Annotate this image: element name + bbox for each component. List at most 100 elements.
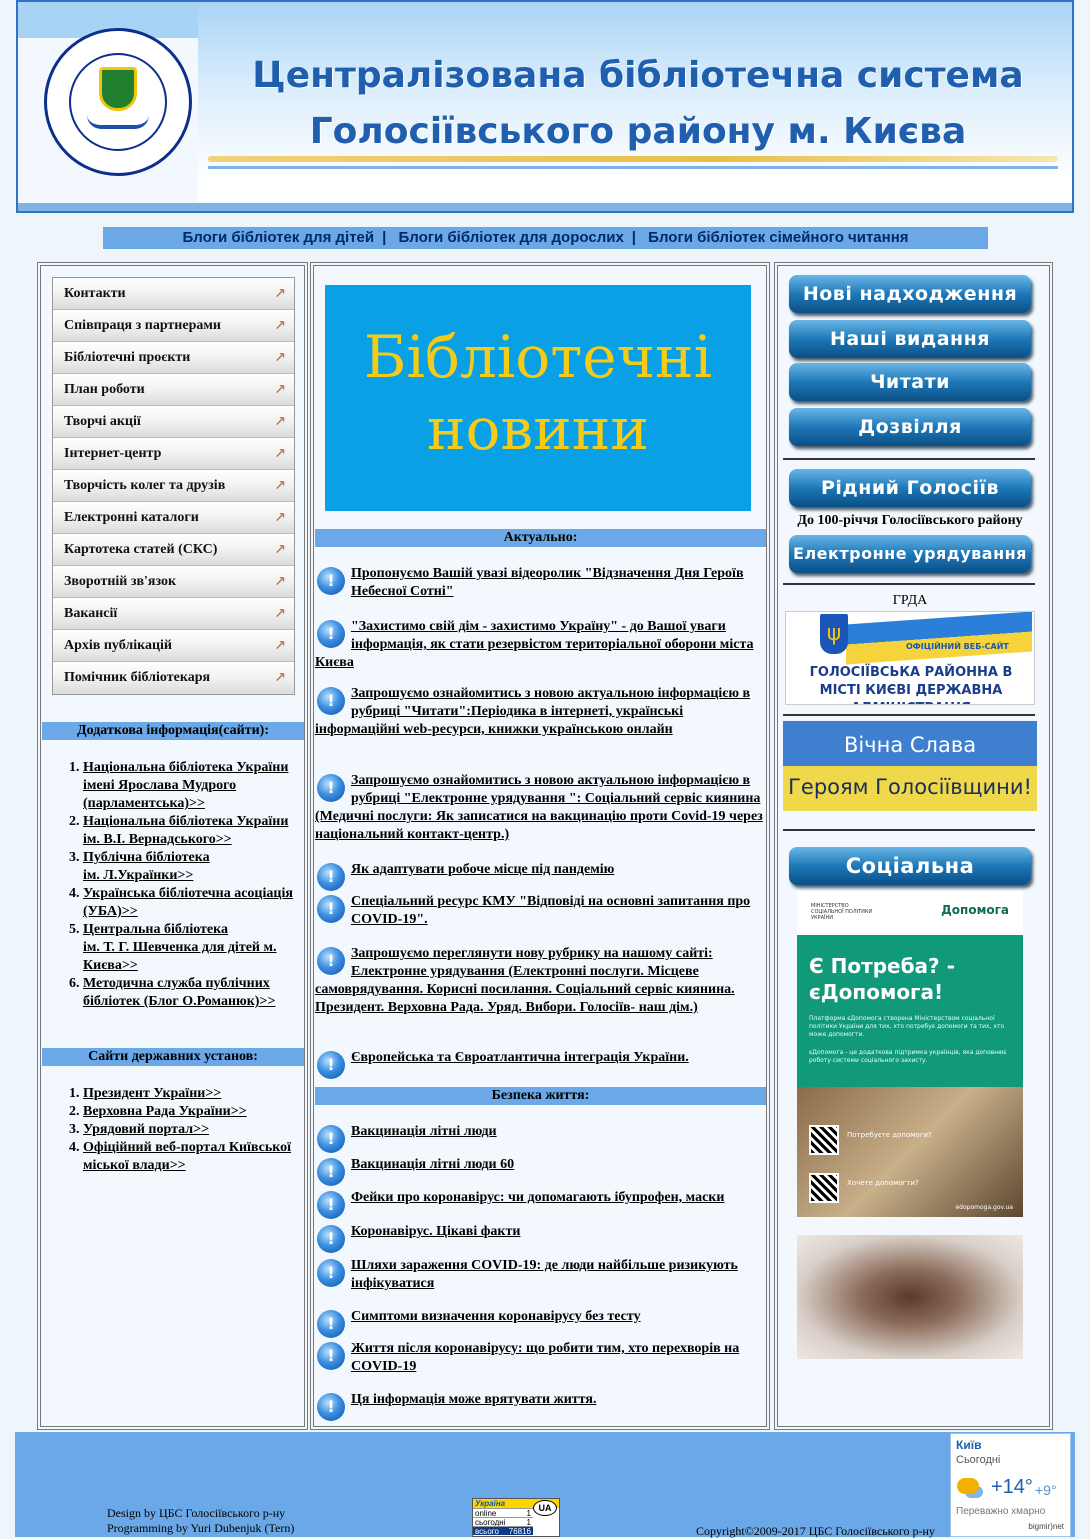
extra-info-link[interactable]: Національна бібліотека України імені Яро…: [83, 760, 288, 811]
news-link[interactable]: Коронавірус. Цікаві факти: [351, 1224, 520, 1239]
arrow-icon: ↗: [274, 414, 286, 430]
news-link[interactable]: Фейки про коронавірус: чи допомагають іб…: [351, 1190, 724, 1205]
design-credit: Design by ЦБС Голосіївського р-ну: [107, 1506, 286, 1520]
library-seal-logo[interactable]: [44, 28, 192, 176]
arrow-icon: ↗: [274, 638, 286, 654]
library-news-banner[interactable]: Бібліотечні новини: [325, 285, 751, 511]
divider: [783, 714, 1035, 716]
nav-separator: |: [631, 229, 636, 246]
info-bullet-icon: !: [317, 1051, 345, 1079]
edopomoga-title: Є Потреба? - єДопомога!: [809, 954, 955, 1004]
safety-heading: Безпека життя:: [315, 1087, 766, 1105]
nav-blogs-family[interactable]: Блоги бібліотек сімейного читання: [640, 229, 916, 246]
extra-info-link[interactable]: Національна бібліотека України ім. В.І. …: [83, 814, 288, 847]
left-menu-item[interactable]: План роботи ↗: [53, 374, 294, 406]
weather-widget[interactable]: Київ Сьогодні +14° +9° Переважно хмарно …: [950, 1433, 1071, 1537]
arrow-icon: ↗: [274, 510, 286, 526]
extra-info-link[interactable]: Публічна бібліотека ім. Л.Українки>>: [83, 850, 210, 883]
extra-info-link[interactable]: Центральна бібліотека ім. Т. Г. Шевченка…: [83, 922, 277, 973]
news-link[interactable]: Як адаптувати робоче місце під пандемію: [351, 862, 614, 877]
left-menu-item[interactable]: Творчість колег та друзів ↗: [53, 470, 294, 502]
gov-site-link[interactable]: Урядовий портал>>: [83, 1122, 209, 1137]
read-button[interactable]: Читати: [789, 363, 1031, 401]
our-publications-button[interactable]: Наші видання: [789, 320, 1031, 358]
ministry-label: МІНІСТЕРСТВО СОЦІАЛЬНОЇ ПОЛІТИКИ УКРАЇНИ: [811, 903, 873, 921]
news-link[interactable]: "Захистимо свій дім - захистимо Україну"…: [315, 619, 754, 670]
left-menu-item[interactable]: Архів публікацій ↗: [53, 630, 294, 662]
qr-code-icon: [809, 1173, 839, 1203]
extra-info-list: Національна бібліотека України імені Яро…: [42, 759, 304, 1011]
gov-site-link[interactable]: Офіційний веб-портал Київської міської в…: [83, 1140, 291, 1173]
arrow-icon: ↗: [274, 286, 286, 302]
divider: [783, 458, 1035, 460]
grda-banner[interactable]: ψ ОФІЦІЙНИЙ ВЕБ-САЙТ ГОЛОСІЇВСЬКА РАЙОНН…: [785, 611, 1035, 705]
weather-day: Сьогодні: [956, 1454, 1001, 1466]
news-link[interactable]: Вакцинація літні люди: [351, 1124, 497, 1139]
weather-desc: Переважно хмарно: [956, 1506, 1046, 1517]
left-menu-item-label: Бібліотечні проєкти: [64, 350, 191, 365]
left-menu: Контакти ↗ Співпраця з партнерами ↗ Бібліоте…: [52, 277, 295, 695]
news-link[interactable]: Спеціальний ресурс КМУ "Відповіді на осн…: [351, 894, 750, 927]
left-menu-item[interactable]: Картотека статей (СКС) ↗: [53, 534, 294, 566]
gov-site-link[interactable]: Верховна Рада України>>: [83, 1104, 247, 1119]
edopomoga-banner[interactable]: МІНІСТЕРСТВО СОЦІАЛЬНОЇ ПОЛІТИКИ УКРАЇНИ…: [797, 891, 1023, 1217]
left-menu-item[interactable]: Бібліотечні проєкти ↗: [53, 342, 294, 374]
counter-row-online: online 1: [473, 1508, 533, 1518]
header-bottom-band: [18, 203, 1072, 211]
centenary-caption[interactable]: До 100-річчя Голосіївського району: [781, 513, 1039, 529]
main-frame: Контакти ↗ Співпраця з партнерами ↗ Бібліоте…: [37, 262, 1053, 1430]
nav-separator: |: [382, 229, 387, 246]
left-menu-item-label: Творчі акції: [64, 414, 141, 429]
nav-blogs-adults[interactable]: Блоги бібліотек для дорослих: [390, 229, 631, 246]
news-link[interactable]: Ця інформація може врятувати життя.: [351, 1392, 596, 1407]
hands-photo[interactable]: [797, 1235, 1023, 1359]
news-link[interactable]: Пропонуємо Вашій увазі відеоролик "Відзн…: [351, 566, 744, 599]
eternal-glory-banner[interactable]: Вічна Слава Героям Голосіївщини!: [783, 721, 1037, 811]
news-item: ! Коронавірус. Цікаві факти: [315, 1223, 766, 1253]
news-link[interactable]: Вакцинація літні люди 60: [351, 1157, 514, 1172]
qr-code-icon: [809, 1125, 839, 1155]
extra-info-link[interactable]: Українська бібліотечна асоціація (УБА)>>: [83, 886, 293, 919]
news-item: ! Вакцинація літні люди: [315, 1123, 766, 1153]
info-bullet-icon: !: [317, 1393, 345, 1421]
info-bullet-icon: !: [317, 1259, 345, 1287]
left-menu-item[interactable]: Зворотній зв'язок ↗: [53, 566, 294, 598]
social-ads-button[interactable]: Соціальна реклама: [789, 847, 1031, 916]
leisure-button[interactable]: Дозвілля: [789, 408, 1031, 446]
info-bullet-icon: !: [317, 1342, 345, 1370]
news-item: ! Симптоми визначення коронавірусу без те…: [315, 1308, 766, 1338]
arrow-icon: ↗: [274, 350, 286, 366]
nav-blogs-children[interactable]: Блоги бібліотек для дітей: [174, 229, 382, 246]
arrow-icon: ↗: [274, 478, 286, 494]
news-link[interactable]: Європейська та Євроатлантична інтеграція…: [351, 1050, 689, 1065]
extra-info-item: Національна бібліотека України ім. В.І. …: [83, 813, 304, 849]
site-footer: Design by ЦБС Голосіївського р-ну Progra…: [15, 1432, 1075, 1538]
native-holosiiv-button[interactable]: Рідний Голосіїв: [789, 469, 1031, 507]
programming-credit: Programming by Yuri Dubenjuk (Tern): [107, 1521, 295, 1535]
left-menu-item[interactable]: Електронні каталоги ↗: [53, 502, 294, 534]
footer-credits: Design by ЦБС Голосіївського р-ну Progra…: [107, 1506, 294, 1536]
left-menu-item[interactable]: Вакансії ↗: [53, 598, 294, 630]
left-menu-item[interactable]: Контакти ↗: [53, 278, 294, 310]
arrow-icon: ↗: [274, 318, 286, 334]
news-link[interactable]: Запрошуємо ознайомитись з новою актуальн…: [315, 773, 763, 842]
news-link[interactable]: Життя після коронавірусу: що робити тим,…: [351, 1341, 739, 1374]
news-link[interactable]: Запрошуємо переглянути нову рубрику на н…: [315, 946, 735, 1015]
news-link[interactable]: Симптоми визначення коронавірусу без тес…: [351, 1309, 641, 1324]
e-government-button[interactable]: Електронне урядування: [789, 535, 1031, 573]
left-menu-item[interactable]: Помічник бібліотекаря ↗: [53, 662, 294, 694]
extra-info-link[interactable]: Методична служба публічних бібліотек (Бл…: [83, 976, 275, 1009]
left-menu-item[interactable]: Творчі акції ↗: [53, 406, 294, 438]
left-menu-item[interactable]: Інтернет-центр ↗: [53, 438, 294, 470]
new-arrivals-button[interactable]: Нові надходження: [789, 275, 1031, 313]
counter-row-today: сьогодні 1: [473, 1517, 533, 1527]
gov-site-link[interactable]: Президент України>>: [83, 1086, 221, 1101]
partly-cloudy-icon: [957, 1478, 979, 1494]
news-link[interactable]: Шляхи зараження COVID-19: де люди найбіл…: [351, 1258, 738, 1291]
edopomoga-header: МІНІСТЕРСТВО СОЦІАЛЬНОЇ ПОЛІТИКИ УКРАЇНИ…: [797, 891, 1023, 935]
news-item: ! Життя після коронавірусу: що робити тим…: [315, 1340, 766, 1376]
visitor-counter[interactable]: Україна UA online 1 сьогодні 1 всього 76816: [472, 1498, 560, 1537]
left-menu-item[interactable]: Співпраця з партнерами ↗: [53, 310, 294, 342]
news-link[interactable]: Запрошуємо ознайомитись з новою актуальн…: [315, 686, 750, 737]
extra-info-item: Публічна бібліотека ім. Л.Українки>>: [83, 849, 304, 885]
